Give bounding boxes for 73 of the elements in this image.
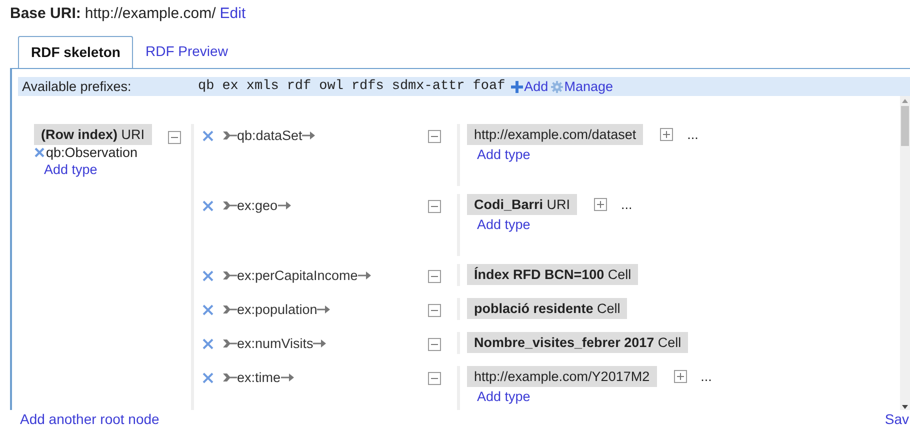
prefix-name[interactable]: rdfs: [351, 79, 384, 94]
property-name[interactable]: ex:numVisits: [237, 335, 314, 352]
arrow-icon: [278, 201, 292, 210]
prefix-name[interactable]: qb: [198, 79, 214, 94]
tail-icon: [223, 271, 237, 280]
base-uri-label: Base URI:: [10, 5, 81, 22]
column-node-label[interactable]: Índex RFD BCN=100 Cell: [467, 264, 638, 285]
remove-icon[interactable]: [202, 304, 214, 316]
save-link[interactable]: Sav: [884, 411, 909, 427]
tail-icon: [223, 131, 237, 140]
property-name[interactable]: ex:perCapitaIncome: [237, 267, 358, 284]
expand-icon[interactable]: [660, 128, 674, 141]
prefix-name[interactable]: sdmx-attr: [392, 79, 465, 94]
arrow-icon: [358, 271, 372, 280]
tail-icon: [223, 373, 237, 382]
remove-icon[interactable]: [202, 200, 214, 212]
constant-node-label[interactable]: http://example.com/Y2017M2: [467, 366, 657, 387]
expand-icon[interactable]: [674, 370, 687, 383]
arrow-icon: [280, 373, 295, 382]
prefixes-label: Available prefixes:: [22, 79, 132, 94]
column-node-label[interactable]: Codi_Barri URI: [467, 194, 578, 215]
add-type-link[interactable]: Add type: [477, 147, 530, 162]
type-name: qb:Observation: [46, 145, 138, 160]
tab[interactable]: RDF Preview: [133, 36, 240, 69]
tail-icon: [223, 339, 237, 348]
manage-prefixes-link[interactable]: Manage: [564, 79, 613, 94]
add-type-link[interactable]: Add type: [477, 389, 530, 404]
arrow-icon: [302, 131, 316, 140]
collapse-icon[interactable]: [428, 270, 441, 283]
add-type-link[interactable]: Add type: [44, 162, 98, 177]
tab[interactable]: RDF skeleton: [18, 36, 134, 69]
prefix-name[interactable]: xmls: [246, 79, 279, 94]
expand-icon[interactable]: [594, 198, 608, 211]
collapse-icon[interactable]: [428, 200, 441, 213]
plus-icon[interactable]: [511, 80, 524, 92]
add-prefix-link[interactable]: Add: [524, 79, 548, 94]
edit-link[interactable]: Edit: [220, 5, 246, 22]
property-name[interactable]: ex:population: [237, 301, 318, 318]
scroll-down-icon[interactable]: [900, 404, 910, 410]
more-options[interactable]: ...: [621, 197, 632, 212]
column-node-label[interactable]: Nombre_visites_febrer 2017 Cell: [467, 332, 688, 353]
arrow-icon: [313, 339, 328, 348]
base-uri-value: http://example.com/: [84, 5, 216, 22]
remove-icon[interactable]: [202, 130, 214, 142]
arrow-icon: [317, 305, 332, 314]
collapse-icon[interactable]: [428, 304, 441, 317]
prefix-name[interactable]: owl: [319, 79, 344, 94]
scrollbar[interactable]: [900, 96, 910, 410]
remove-icon[interactable]: [202, 338, 214, 350]
collapse-icon[interactable]: [428, 338, 441, 351]
collapse-icon[interactable]: [428, 372, 441, 385]
more-options[interactable]: ...: [687, 127, 698, 142]
tail-icon: [223, 201, 237, 210]
prefix-name[interactable]: rdf: [286, 79, 312, 94]
collapse-icon[interactable]: [168, 131, 181, 144]
scroll-up-icon[interactable]: [900, 98, 910, 104]
property-name[interactable]: qb:dataSet: [237, 127, 302, 144]
remove-icon[interactable]: [34, 147, 45, 158]
remove-icon[interactable]: [202, 372, 214, 384]
root-node-label[interactable]: (Row index) URI: [34, 124, 152, 145]
add-root-node-link[interactable]: Add another root node: [20, 411, 160, 427]
column-node-label[interactable]: població residente Cell: [467, 298, 628, 319]
scroll-thumb[interactable]: [901, 106, 909, 146]
property-name[interactable]: ex:geo: [237, 197, 278, 214]
add-type-link[interactable]: Add type: [477, 217, 530, 232]
prefix-name[interactable]: ex: [222, 79, 238, 94]
prefix-name[interactable]: foaf: [472, 79, 506, 94]
more-options[interactable]: ...: [700, 369, 712, 384]
constant-node-label[interactable]: http://example.com/dataset: [467, 124, 644, 145]
property-name[interactable]: ex:time: [237, 369, 281, 386]
tail-icon: [223, 305, 237, 314]
collapse-icon[interactable]: [428, 130, 441, 143]
remove-icon[interactable]: [202, 270, 214, 282]
